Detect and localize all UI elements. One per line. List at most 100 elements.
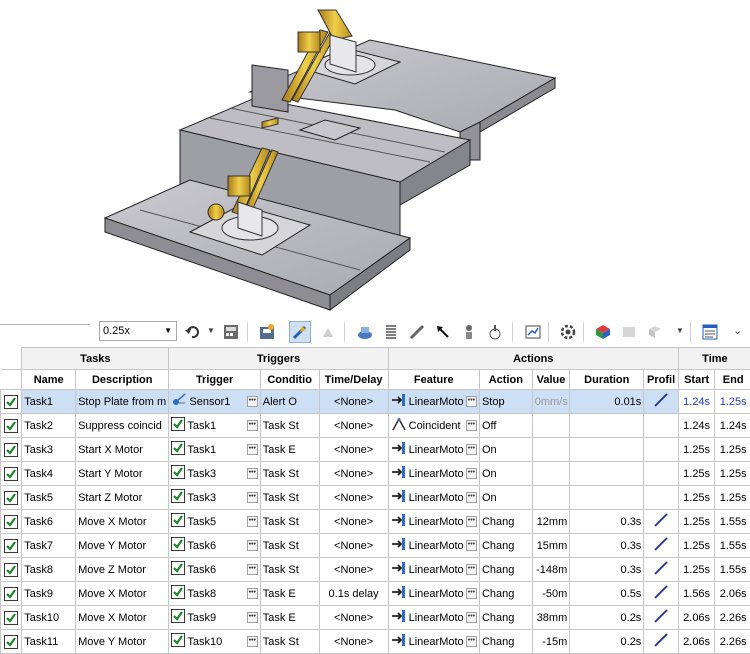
task-description-cell[interactable]: Move X Motor	[76, 510, 169, 534]
trigger-cell[interactable]: Sensor1 •••	[169, 390, 260, 414]
trigger-browse-button[interactable]: •••	[247, 564, 258, 575]
feature-browse-button[interactable]: •••	[466, 444, 477, 455]
trigger-cell[interactable]: Task3 •••	[169, 486, 260, 510]
table-row[interactable]: Task8 Move Z Motor Task6 ••• Task St <No…	[1, 558, 750, 582]
feature-browse-button[interactable]: •••	[466, 516, 477, 527]
value-cell[interactable]	[532, 438, 570, 462]
feature-browse-button[interactable]: •••	[466, 612, 477, 623]
feature-cell[interactable]: LinearMoto •••	[388, 486, 479, 510]
value-cell[interactable]: -50m	[532, 582, 570, 606]
time-delay-cell[interactable]: <None>	[319, 534, 388, 558]
profile-icon[interactable]	[653, 560, 669, 576]
value-cell[interactable]: -148m	[532, 558, 570, 582]
task-name-cell[interactable]: Task9	[22, 582, 76, 606]
contact-icon[interactable]	[458, 321, 480, 343]
trigger-browse-button[interactable]: •••	[247, 612, 258, 623]
profile-icon[interactable]	[653, 512, 669, 528]
column-header-profile[interactable]: Profil	[644, 370, 679, 390]
action-cell[interactable]: Off	[479, 414, 532, 438]
profile-cell[interactable]	[644, 534, 679, 558]
column-header-feature[interactable]: Feature	[388, 370, 479, 390]
task-description-cell[interactable]: Move X Motor	[76, 582, 169, 606]
table-row[interactable]: Task1 Stop Plate from m Sensor1 ••• Aler…	[1, 390, 750, 414]
trigger-browse-button[interactable]: •••	[247, 396, 258, 407]
column-header-duration[interactable]: Duration	[570, 370, 644, 390]
chevron-down-icon[interactable]: ▼	[164, 322, 172, 340]
feature-cell[interactable]: LinearMoto •••	[388, 534, 479, 558]
task-name-cell[interactable]: Task11	[22, 630, 76, 654]
feature-browse-button[interactable]: •••	[466, 564, 477, 575]
trigger-browse-button[interactable]: •••	[247, 588, 258, 599]
chevron-down-icon[interactable]: ⌄	[733, 324, 742, 337]
table-row[interactable]: Task2 Suppress coincid Task1 ••• Task St…	[1, 414, 750, 438]
action-cell[interactable]: Chang	[479, 534, 532, 558]
trigger-cell[interactable]: Task1 •••	[169, 414, 260, 438]
task-description-cell[interactable]: Move Z Motor	[76, 558, 169, 582]
study-properties-icon[interactable]	[557, 321, 579, 343]
spring-icon[interactable]	[380, 321, 402, 343]
task-name-cell[interactable]: Task7	[22, 534, 76, 558]
column-header-value[interactable]: Value	[532, 370, 570, 390]
add-key-icon[interactable]	[317, 321, 339, 343]
feature-cell[interactable]: LinearMoto •••	[388, 390, 479, 414]
profile-cell[interactable]	[644, 414, 679, 438]
trigger-browse-button[interactable]: •••	[247, 420, 258, 431]
action-cell[interactable]: On	[479, 438, 532, 462]
value-cell[interactable]: 0mm/s	[532, 390, 570, 414]
chevron-down-icon[interactable]: ▼	[676, 326, 684, 335]
profile-cell[interactable]	[644, 558, 679, 582]
assembly-model[interactable]	[0, 0, 750, 318]
column-header-end[interactable]: End	[715, 370, 750, 390]
chevron-down-icon[interactable]: ▼	[207, 326, 215, 335]
duration-cell[interactable]	[570, 414, 644, 438]
trigger-cell[interactable]: Task6 •••	[169, 558, 260, 582]
trigger-cell[interactable]: Task10 •••	[169, 630, 260, 654]
feature-cell[interactable]: LinearMoto •••	[388, 462, 479, 486]
task-description-cell[interactable]: Stop Plate from m	[76, 390, 169, 414]
trigger-cell[interactable]: Task3 •••	[169, 462, 260, 486]
column-header-action[interactable]: Action	[479, 370, 532, 390]
event-list-icon[interactable]	[699, 321, 721, 343]
duration-cell[interactable]	[570, 486, 644, 510]
task-description-cell[interactable]: Start X Motor	[76, 438, 169, 462]
autokey-icon[interactable]	[289, 321, 311, 343]
condition-cell[interactable]: Task St	[260, 630, 319, 654]
column-header-name[interactable]: Name	[22, 370, 76, 390]
feature-cell[interactable]: LinearMoto •••	[388, 582, 479, 606]
duration-cell[interactable]: 0.2s	[570, 630, 644, 654]
task-name-cell[interactable]: Task5	[22, 486, 76, 510]
task-name-cell[interactable]: Task3	[22, 438, 76, 462]
condition-cell[interactable]: Task St	[260, 558, 319, 582]
feature-browse-button[interactable]: •••	[466, 636, 477, 647]
table-row[interactable]: Task7 Move Y Motor Task6 ••• Task St <No…	[1, 534, 750, 558]
table-row[interactable]: Task3 Start X Motor Task1 ••• Task E <No…	[1, 438, 750, 462]
trigger-browse-button[interactable]: •••	[247, 636, 258, 647]
time-delay-cell[interactable]: <None>	[319, 606, 388, 630]
action-cell[interactable]: Chang	[479, 558, 532, 582]
duration-cell[interactable]: 0.3s	[570, 510, 644, 534]
time-delay-cell[interactable]: <None>	[319, 390, 388, 414]
undo-icon[interactable]	[181, 321, 203, 343]
trigger-cell[interactable]: Task5 •••	[169, 510, 260, 534]
profile-cell[interactable]	[644, 510, 679, 534]
feature-browse-button[interactable]: •••	[466, 396, 477, 407]
condition-cell[interactable]: Task St	[260, 462, 319, 486]
feature-browse-button[interactable]: •••	[466, 588, 477, 599]
condition-cell[interactable]: Task St	[260, 534, 319, 558]
damper-icon[interactable]	[406, 321, 428, 343]
action-cell[interactable]: Chang	[479, 630, 532, 654]
time-delay-cell[interactable]: 0.1s delay	[319, 582, 388, 606]
task-description-cell[interactable]: Start Z Motor	[76, 486, 169, 510]
time-delay-cell[interactable]: <None>	[319, 462, 388, 486]
time-delay-cell[interactable]: <None>	[319, 510, 388, 534]
profile-cell[interactable]	[644, 486, 679, 510]
results-icon[interactable]	[522, 321, 544, 343]
trigger-browse-button[interactable]: •••	[247, 516, 258, 527]
table-row[interactable]: Task5 Start Z Motor Task3 ••• Task St <N…	[1, 486, 750, 510]
trigger-browse-button[interactable]: •••	[247, 492, 258, 503]
feature-cell[interactable]: Coincident •••	[388, 414, 479, 438]
simulation-setup-icon[interactable]	[618, 321, 640, 343]
feature-cell[interactable]: LinearMoto •••	[388, 606, 479, 630]
table-row[interactable]: Task11 Move Y Motor Task10 ••• Task St <…	[1, 630, 750, 654]
feature-browse-button[interactable]: •••	[466, 420, 477, 431]
